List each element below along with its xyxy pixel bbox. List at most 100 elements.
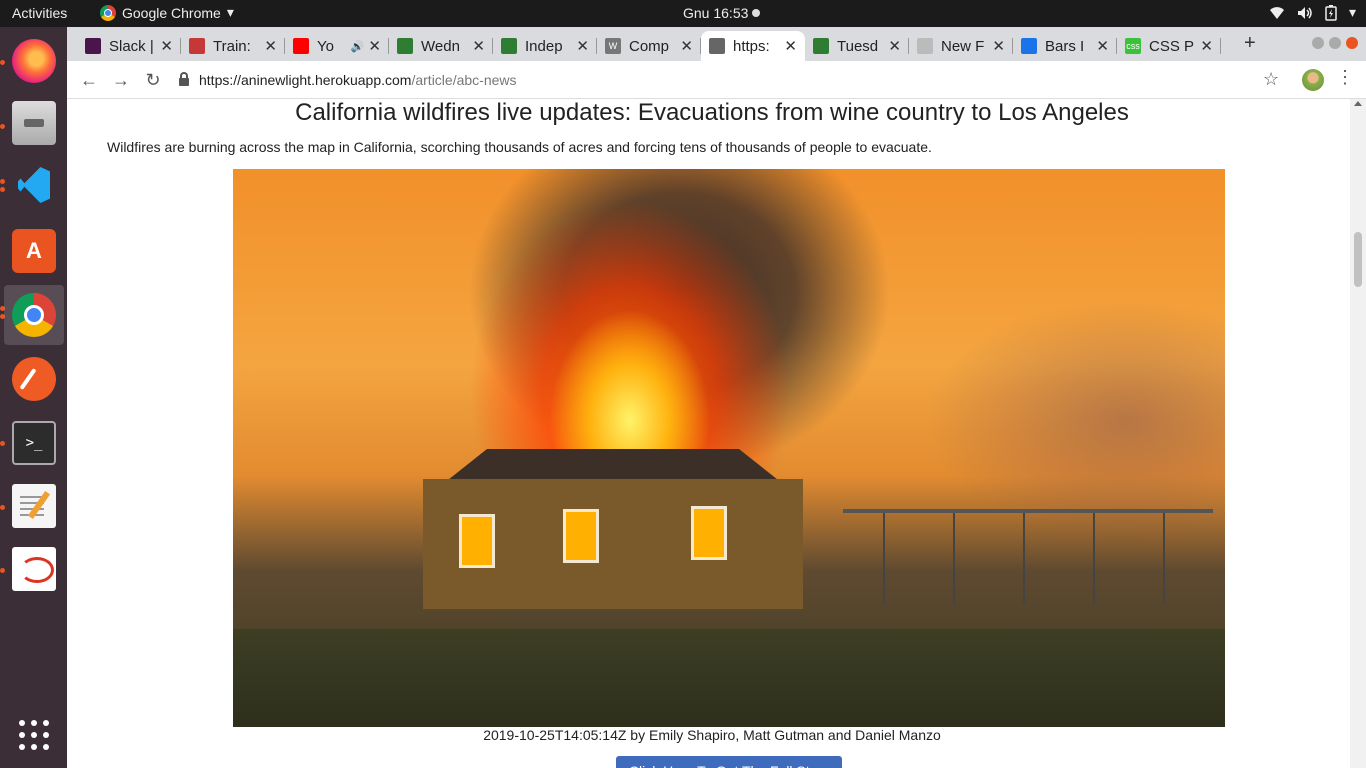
tab-6[interactable]: https: ✕ <box>701 31 805 61</box>
chrome-window: Slack | ✕ Train: ✕ Yo 🔊 ✕ Wedn ✕ Indep ✕ W Comp ✕ http… <box>67 27 1366 768</box>
dock-item-terminal[interactable]: >_ <box>4 413 64 473</box>
tab-close-icon[interactable]: ✕ <box>160 37 173 55</box>
article-hero-image <box>233 169 1225 727</box>
dock-item-vscode[interactable] <box>4 155 64 215</box>
app-menu-label: Google Chrome <box>122 4 221 21</box>
tab-close-icon[interactable]: ✕ <box>992 37 1005 55</box>
tab-2[interactable]: Yo 🔊 ✕ <box>285 31 389 61</box>
tab-7[interactable]: Tuesd ✕ <box>805 31 909 61</box>
dock-item-text-editor[interactable] <box>4 476 64 536</box>
tab-title: Slack | <box>109 37 154 55</box>
tab-favicon-icon <box>189 38 205 54</box>
url-host: https://aninewlight.herokuapp.com <box>199 72 412 88</box>
battery-icon <box>1325 4 1337 21</box>
gnome-top-bar: Activities Google Chrome ▾ Gnu 16:53 ▾ <box>0 0 1366 27</box>
tab-close-icon[interactable]: ✕ <box>1096 37 1109 55</box>
page-scrollbar[interactable] <box>1350 99 1366 768</box>
tab-8[interactable]: New F ✕ <box>909 31 1013 61</box>
chrome-icon <box>12 293 56 337</box>
dock-item-ubuntu-software[interactable]: A <box>4 221 64 281</box>
files-icon <box>12 101 56 145</box>
tab-title: CSS P <box>1149 37 1195 55</box>
tab-favicon-icon: W <box>605 38 621 54</box>
tab-strip: Slack | ✕ Train: ✕ Yo 🔊 ✕ Wedn ✕ Indep ✕ W Comp ✕ http… <box>67 27 1366 61</box>
dock-item-chrome[interactable] <box>4 285 64 345</box>
article-description: Wildfires are burning across the map in … <box>107 139 932 155</box>
app-menu[interactable]: Google Chrome ▾ <box>100 4 234 21</box>
tab-title: https: <box>733 37 770 55</box>
scroll-up-icon[interactable] <box>1354 101 1362 106</box>
close-window-button[interactable] <box>1346 37 1358 49</box>
forward-button[interactable]: → <box>109 68 133 92</box>
avatar[interactable] <box>1302 69 1324 91</box>
dock-item-postman[interactable] <box>4 349 64 409</box>
tab-close-icon[interactable]: ✕ <box>576 37 589 55</box>
volume-icon <box>1297 6 1312 19</box>
article-caption: 2019-10-25T14:05:14Z by Emily Shapiro, M… <box>483 727 941 743</box>
tab-favicon-icon <box>293 38 309 54</box>
minimize-button[interactable] <box>1312 37 1324 49</box>
tab-close-icon[interactable]: ✕ <box>784 37 797 55</box>
new-tab-button[interactable]: + <box>1244 32 1256 55</box>
tab-3[interactable]: Wedn ✕ <box>389 31 493 61</box>
tab-audio-icon[interactable]: 🔊 <box>351 40 365 53</box>
vscode-icon <box>12 163 56 207</box>
hero-image-ground <box>233 629 1225 727</box>
reload-button[interactable]: ↻ <box>141 68 165 92</box>
tab-close-icon[interactable]: ✕ <box>368 37 381 55</box>
firefox-icon <box>12 39 56 83</box>
tab-title: Tuesd <box>837 37 879 55</box>
hero-image-window <box>459 514 495 568</box>
address-bar[interactable]: https://aninewlight.herokuapp.com/articl… <box>179 66 1289 94</box>
document-viewer-icon <box>12 547 56 591</box>
dock-item-document-viewer[interactable] <box>4 539 64 599</box>
tab-10[interactable]: css CSS P ✕ <box>1117 31 1221 61</box>
dock-item-files[interactable] <box>4 93 64 153</box>
system-tray[interactable]: ▾ <box>1269 4 1356 21</box>
tab-close-icon[interactable]: ✕ <box>472 37 485 55</box>
article-title: California wildfires live updates: Evacu… <box>295 99 1129 126</box>
chrome-menu-button[interactable]: ⋮ <box>1336 67 1354 88</box>
page-viewport: California wildfires live updates: Evacu… <box>67 99 1366 768</box>
tab-close-icon[interactable]: ✕ <box>680 37 693 55</box>
tab-close-icon[interactable]: ✕ <box>264 37 277 55</box>
tab-9[interactable]: Bars I ✕ <box>1013 31 1117 61</box>
chevron-down-icon: ▾ <box>226 4 234 20</box>
tab-favicon-icon <box>1021 38 1037 54</box>
notification-dot-icon <box>752 9 761 17</box>
scrollbar-thumb[interactable] <box>1354 232 1362 287</box>
activities-button[interactable]: Activities <box>12 5 67 21</box>
tab-1[interactable]: Train: ✕ <box>181 31 285 61</box>
tab-title: Bars I <box>1045 37 1085 55</box>
chrome-icon <box>100 4 116 21</box>
tab-0[interactable]: Slack | ✕ <box>77 31 181 61</box>
tab-favicon-icon: css <box>1125 38 1141 54</box>
show-applications-button[interactable] <box>4 705 64 765</box>
tab-favicon-icon <box>501 38 517 54</box>
tab-title: Indep <box>525 37 563 55</box>
dock-item-firefox[interactable] <box>4 31 64 91</box>
tab-favicon-icon <box>85 38 101 54</box>
tab-4[interactable]: Indep ✕ <box>493 31 597 61</box>
tab-favicon-icon <box>917 38 933 54</box>
wifi-icon <box>1269 6 1284 19</box>
tab-5[interactable]: W Comp ✕ <box>597 31 701 61</box>
tab-title: Yo <box>317 37 334 55</box>
back-button[interactable]: ← <box>77 68 101 92</box>
launcher-dock: A >_ <box>0 27 67 768</box>
tab-close-icon[interactable]: ✕ <box>1200 37 1213 55</box>
bookmark-star-icon[interactable]: ☆ <box>1263 69 1279 90</box>
maximize-button[interactable] <box>1329 37 1341 49</box>
clock[interactable]: Gnu 16:53 <box>683 5 761 21</box>
hero-image-swing-set <box>843 509 1213 619</box>
tab-close-icon[interactable]: ✕ <box>888 37 901 55</box>
hero-image-window <box>563 509 599 563</box>
postman-icon <box>12 357 56 401</box>
tab-favicon-icon <box>709 38 725 54</box>
tab-title: Wedn <box>421 37 460 55</box>
full-story-button[interactable]: Click Here To Get The Full Story <box>616 756 842 768</box>
grid-icon <box>12 713 56 757</box>
browser-toolbar: ← → ↻ https://aninewlight.herokuapp.com /… <box>67 61 1366 99</box>
clock-label: Gnu 16:53 <box>683 5 749 21</box>
lock-icon <box>179 72 189 86</box>
